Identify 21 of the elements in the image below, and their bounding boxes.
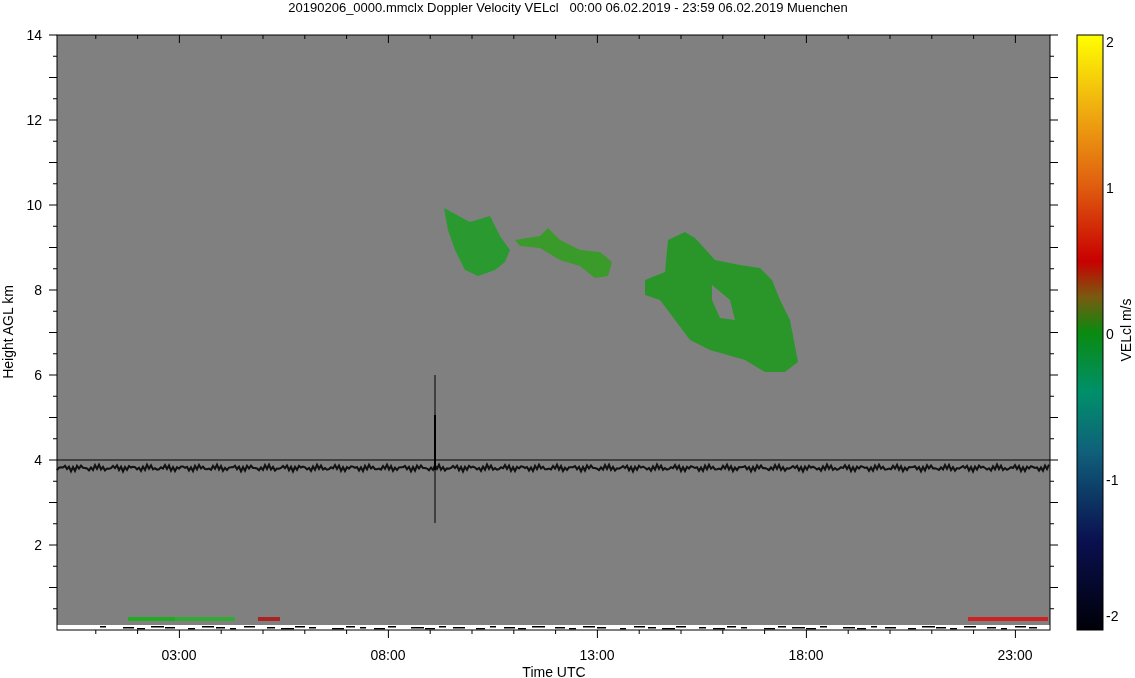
colorbar-tick-label: 2	[1106, 34, 1114, 50]
y-tick-label: 10	[26, 197, 42, 213]
colorbar-title: VELcl m/s	[1118, 298, 1134, 362]
x-tick-label: 08:00	[370, 647, 406, 663]
colorbar-tick-label: 1	[1106, 180, 1114, 196]
y-tick-label: 6	[34, 367, 42, 383]
chart-title: 20190206_0000.mmclx Doppler Velocity VELcl 00:00 06.02.2019 - 23:59 06.02.2019 Muenchen	[288, 0, 848, 15]
y-tick-label: 2	[34, 537, 42, 553]
colorbar-tick-label: 0	[1106, 326, 1114, 342]
colorbar-tick-label: -2	[1106, 608, 1119, 624]
y-tick-label: 14	[26, 27, 42, 43]
x-tick-label: 23:00	[997, 647, 1033, 663]
y-axis-title: Height AGL km	[0, 285, 16, 379]
y-tick-label: 12	[26, 112, 42, 128]
x-axis-title: Time UTC	[522, 664, 586, 678]
x-tick-label: 03:00	[161, 647, 197, 663]
x-tick-label: 18:00	[788, 647, 824, 663]
y-tick-label: 8	[34, 282, 42, 298]
colorbar-tick-label: -1	[1106, 472, 1119, 488]
y-tick-label: 4	[34, 452, 42, 468]
x-tick-label: 13:00	[579, 647, 615, 663]
